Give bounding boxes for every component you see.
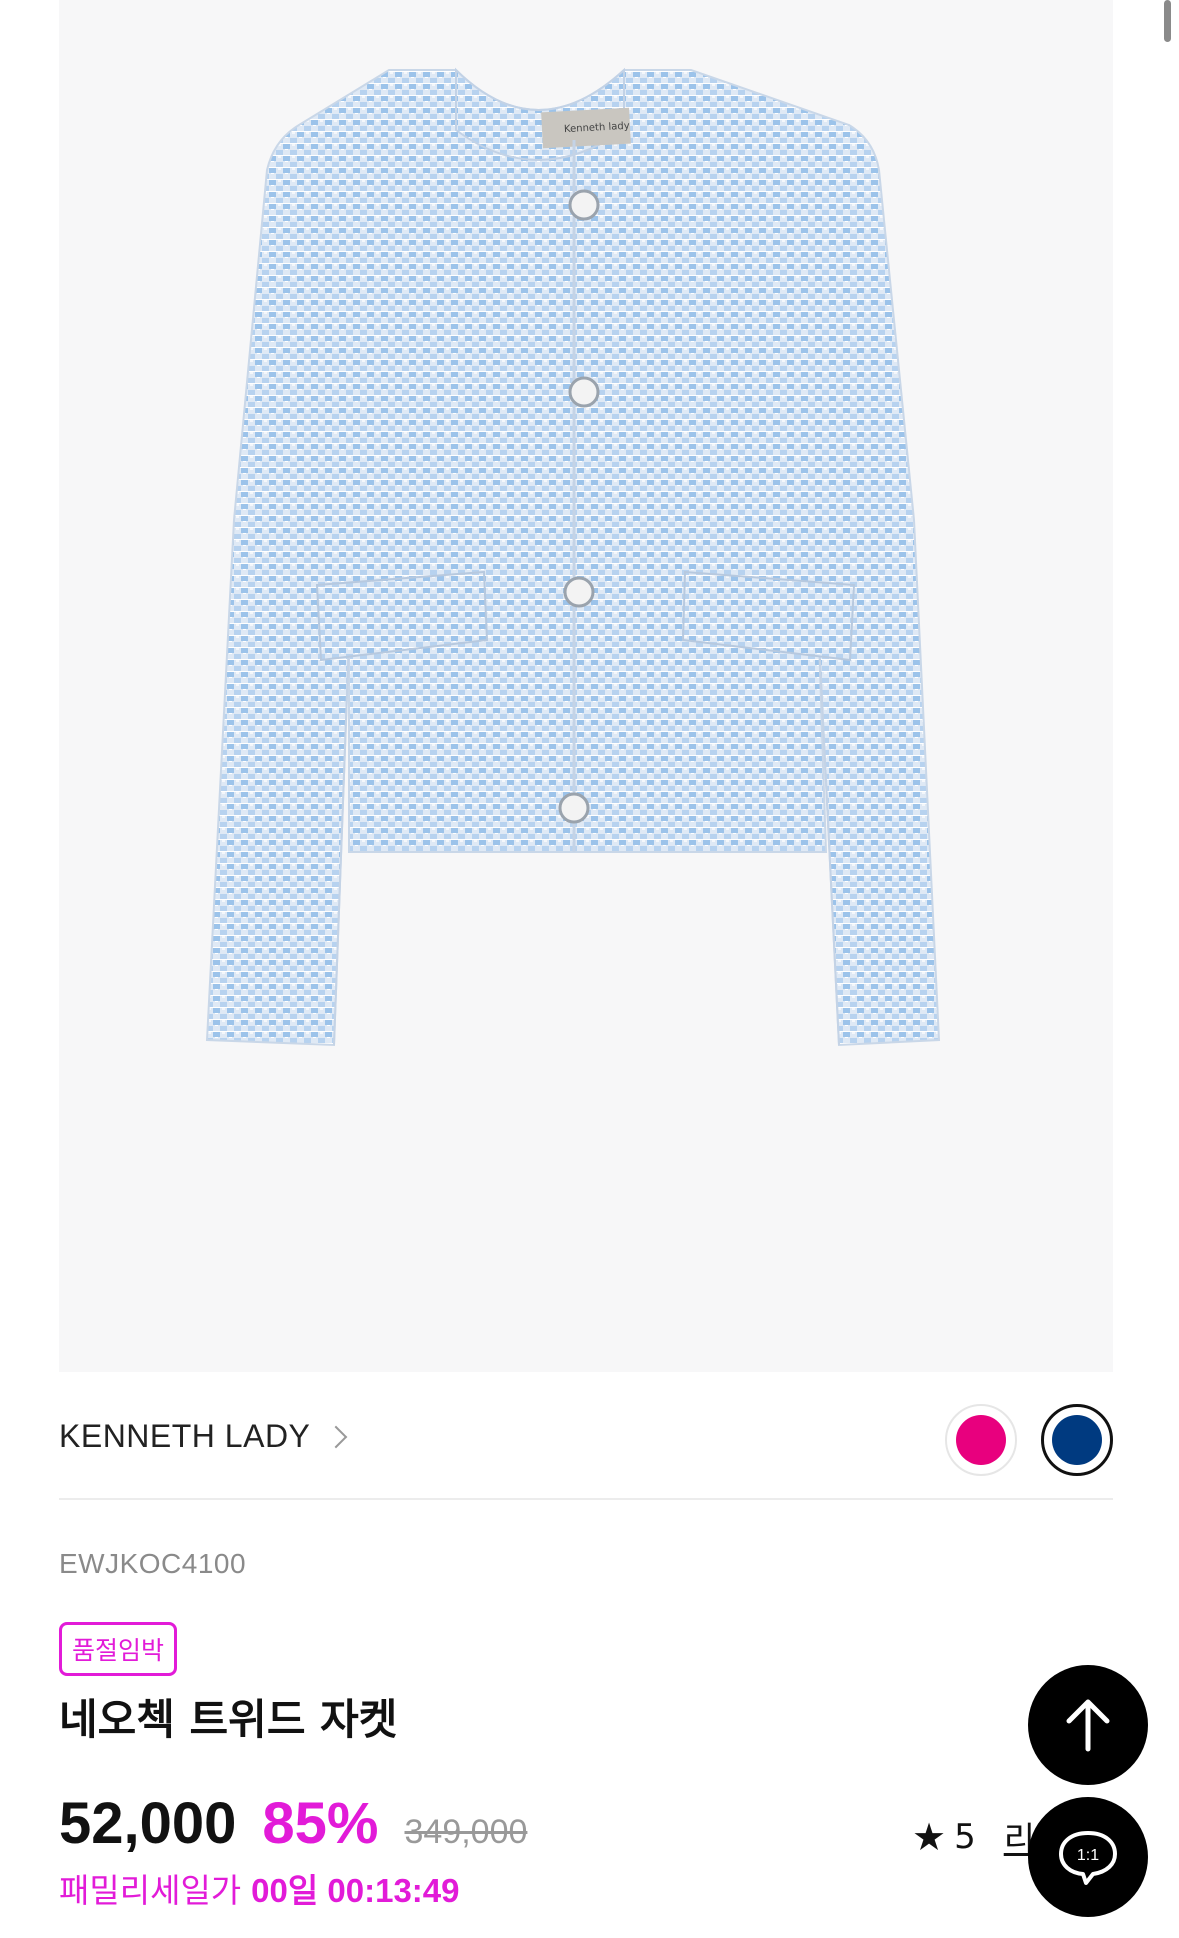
navy-dot (1052, 1415, 1102, 1465)
chat-button[interactable]: 1:1 (1028, 1797, 1148, 1917)
rating-value: 5 (954, 1816, 976, 1857)
brand-row: KENNETH LADY (59, 1404, 1113, 1500)
status-badge: 품절임박 (59, 1622, 178, 1676)
product-code: EWJKOC4100 (59, 1548, 247, 1579)
product-image[interactable]: Kenneth lady (59, 0, 1113, 1372)
family-sale-label: 패밀리세일가 (59, 1871, 242, 1910)
scroll-top-button[interactable] (1028, 1665, 1148, 1785)
color-swatch-pink[interactable] (945, 1404, 1017, 1476)
discount-rate: 85% (262, 1791, 379, 1856)
original-price: 349,000 (404, 1813, 528, 1851)
price-row: 52,000 85% 349,000 (59, 1790, 527, 1857)
chevron-right-icon (325, 1425, 348, 1448)
sale-price: 52,000 (59, 1791, 237, 1856)
brand-link[interactable]: KENNETH LADY (59, 1418, 348, 1455)
color-swatch-navy[interactable] (1041, 1404, 1113, 1476)
pink-dot (956, 1415, 1006, 1465)
family-sale-row: 패밀리세일가 00일 00:13:49 (59, 1864, 460, 1912)
arrow-up-icon (1066, 1699, 1110, 1752)
brand-name: KENNETH LADY (59, 1418, 311, 1454)
chat-label: 1:1 (1077, 1847, 1099, 1864)
chat-bubble-icon: 1:1 (1059, 1831, 1117, 1885)
star-icon: ★ (912, 1814, 947, 1859)
sale-countdown: 00일 00:13:49 (251, 1872, 460, 1909)
product-title: 네오첵 트위드 자켓 (59, 1695, 398, 1744)
jacket-illustration: Kenneth lady (205, 67, 941, 1047)
page-scrollbar[interactable] (1164, 0, 1171, 42)
